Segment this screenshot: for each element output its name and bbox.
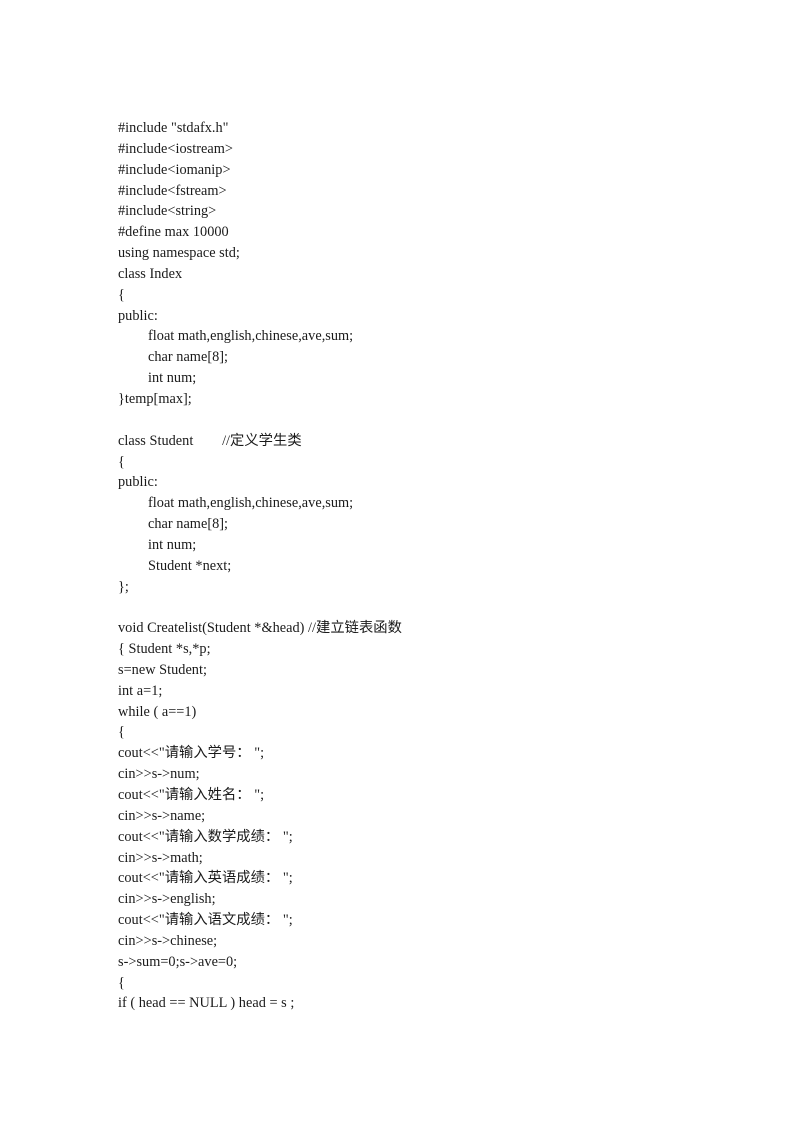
code-line: if ( head == NULL ) head = s ; — [118, 995, 295, 1012]
code-line: class Student //定义学生类 — [118, 432, 302, 449]
code-line: #include<iostream> — [118, 140, 233, 157]
code-line: s=new Student; — [118, 661, 207, 678]
code-line: float math,english,chinese,ave,sum; — [148, 328, 354, 345]
code-line: int num; — [148, 536, 197, 553]
code-line: }; — [118, 578, 129, 595]
code-line: #include<iomanip> — [118, 161, 231, 178]
code-line: void Createlist(Student *&head) //建立链表函数 — [118, 620, 402, 637]
code-line: { — [118, 724, 125, 741]
code-line: { — [118, 286, 125, 303]
code-line: class Index — [118, 265, 183, 282]
code-line: #include "stdafx.h" — [118, 120, 229, 136]
code-line: cout<<"请输入数学成绩： "; — [118, 828, 293, 845]
code-line: cout<<"请输入语文成绩： "; — [118, 912, 293, 929]
code-line: public: — [118, 474, 158, 491]
code-line: int a=1; — [118, 682, 163, 699]
code-line: { — [118, 974, 125, 991]
code-line: cin>>s->english; — [118, 891, 216, 908]
code-line: #include<string> — [118, 203, 217, 220]
code-line: float math,english,chinese,ave,sum; — [148, 495, 354, 512]
code-line: { — [118, 453, 125, 470]
code-line: { Student *s,*p; — [118, 641, 211, 658]
code-line: }temp[max]; — [118, 390, 192, 407]
code-line: Student *next; — [148, 557, 232, 574]
code-line: cin>>s->chinese; — [118, 932, 218, 949]
code-line: cin>>s->num; — [118, 766, 200, 783]
code-line: s->sum=0;s->ave=0; — [118, 953, 238, 970]
code-line: #include<fstream> — [118, 182, 227, 199]
code-line: while ( a==1) — [118, 703, 197, 720]
code-line: char name[8]; — [148, 516, 229, 533]
code-listing: #include "stdafx.h" #include<iostream> #in… — [118, 118, 738, 1014]
code-line: using namespace std; — [118, 245, 240, 262]
code-line: cin>>s->math; — [118, 849, 203, 866]
code-line: char name[8]; — [148, 349, 229, 366]
code-line: cin>>s->name; — [118, 807, 206, 824]
code-line: public: — [118, 307, 158, 324]
code-line: #define max 10000 — [118, 224, 229, 241]
code-line: int num; — [148, 370, 197, 387]
code-line: cout<<"请输入姓名： "; — [118, 787, 265, 803]
code-line: cout<<"请输入学号： "; — [118, 745, 265, 762]
document-page: #include "stdafx.h" #include<iostream> #in… — [0, 0, 793, 1122]
code-line: cout<<"请输入英语成绩： "; — [118, 870, 293, 887]
